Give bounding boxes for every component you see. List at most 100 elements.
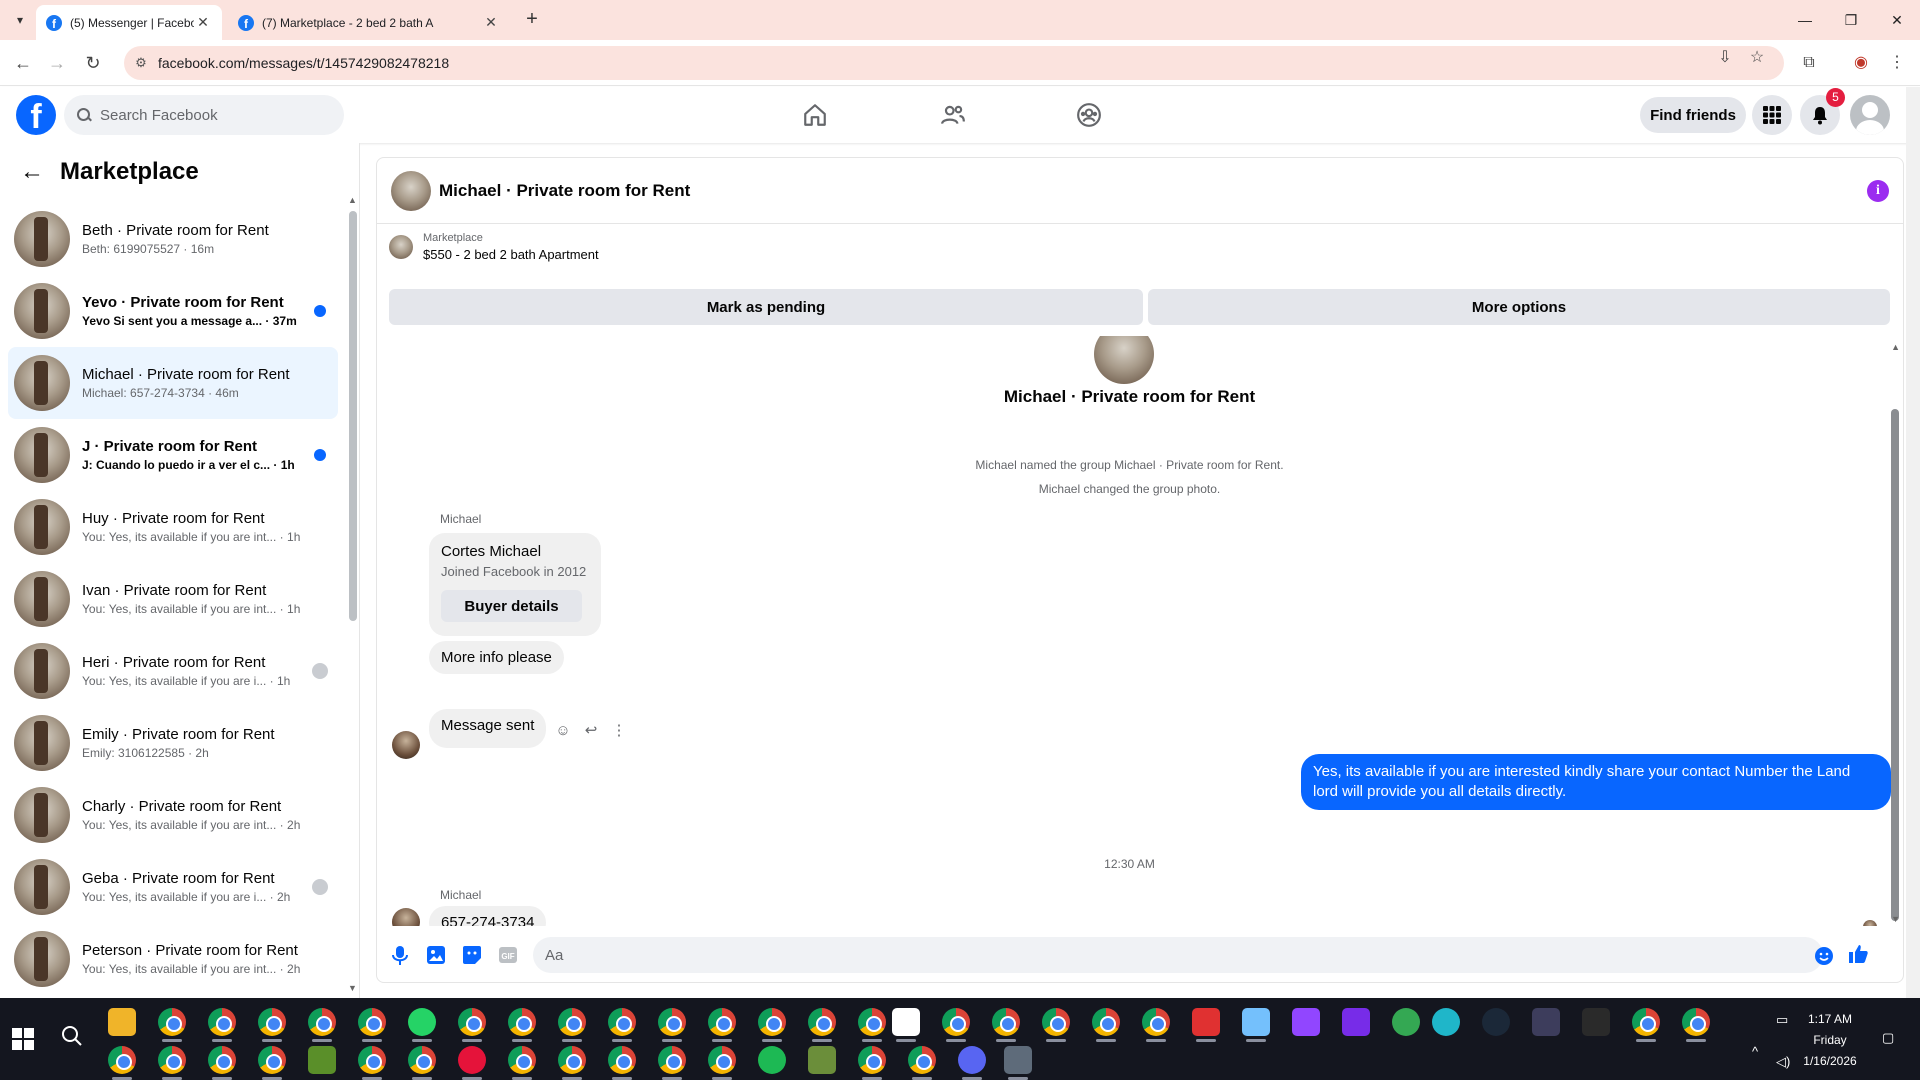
spotify-icon[interactable] xyxy=(758,1046,786,1074)
microphone-icon[interactable] xyxy=(389,944,411,966)
chrome-icon[interactable] xyxy=(408,1046,436,1080)
chrome-icon[interactable] xyxy=(992,1008,1020,1042)
chrome-icon[interactable] xyxy=(708,1008,736,1042)
chrome-icon[interactable] xyxy=(208,1008,236,1042)
menu-grid-icon[interactable] xyxy=(1752,95,1792,135)
close-tab-icon[interactable]: ✕ xyxy=(194,14,212,31)
chrome-icon[interactable] xyxy=(108,1046,136,1080)
page-scrollbar[interactable] xyxy=(1906,87,1920,998)
more-actions-icon[interactable]: ⋮ xyxy=(609,721,629,741)
reload-icon[interactable]: ↻ xyxy=(80,50,106,76)
find-friends-button[interactable]: Find friends xyxy=(1640,97,1746,133)
buyer-details-button[interactable]: Buyer details xyxy=(441,590,582,622)
chrome-icon[interactable] xyxy=(558,1008,586,1042)
address-bar[interactable]: ⚙ facebook.com/messages/t/14574290824782… xyxy=(124,46,1784,80)
browser-menu-icon[interactable]: ⋮ xyxy=(1884,50,1910,76)
outgoing-message[interactable]: Yes, its available if you are interested… xyxy=(1301,754,1891,810)
chrome-icon[interactable] xyxy=(1092,1008,1120,1042)
chrome-icon[interactable] xyxy=(608,1046,636,1080)
chrome-icon[interactable] xyxy=(658,1008,686,1042)
avatar[interactable] xyxy=(391,170,431,211)
site-info-icon[interactable]: ⚙ xyxy=(124,55,158,71)
chrome-icon[interactable] xyxy=(358,1008,386,1042)
info-icon[interactable]: i xyxy=(1867,180,1889,202)
clock-day[interactable]: Friday xyxy=(1790,1033,1870,1047)
whatsapp-icon[interactable] xyxy=(408,1008,436,1042)
play-games-icon[interactable] xyxy=(1392,1008,1420,1036)
anydesk-icon[interactable] xyxy=(1192,1008,1220,1042)
windows-start-icon[interactable] xyxy=(12,1028,34,1050)
chrome-icon[interactable] xyxy=(208,1046,236,1080)
chrome-icon[interactable] xyxy=(858,1008,886,1042)
incoming-message[interactable]: More info please xyxy=(429,641,564,674)
volume-icon[interactable]: ◁) xyxy=(1776,1054,1790,1070)
friends-icon[interactable] xyxy=(933,95,973,135)
gif-icon[interactable]: GIF xyxy=(497,944,519,966)
home-icon[interactable] xyxy=(795,95,835,135)
more-options-button[interactable]: More options xyxy=(1148,289,1890,325)
calculator-icon[interactable] xyxy=(1004,1046,1032,1080)
back-arrow-icon[interactable]: ← xyxy=(20,158,44,186)
minecraft-icon[interactable] xyxy=(808,1046,836,1074)
epic-games-icon[interactable] xyxy=(1582,1008,1610,1036)
hi-app-icon[interactable] xyxy=(1532,1008,1560,1036)
twitch-icon[interactable] xyxy=(1342,1008,1370,1036)
edge-icon[interactable] xyxy=(1432,1008,1460,1036)
conversation-item[interactable]: Peterson · Private room for Rent You: Yes… xyxy=(8,923,338,995)
groups-icon[interactable] xyxy=(1069,95,1109,135)
photo-icon[interactable] xyxy=(425,944,447,966)
taskbar-search-icon[interactable] xyxy=(60,1024,86,1050)
chrome-icon[interactable] xyxy=(942,1008,970,1042)
conversation-item[interactable]: Beth · Private room for Rent Beth: 619907… xyxy=(8,203,338,275)
thread-scrollbar[interactable] xyxy=(1891,409,1899,921)
conversation-item[interactable]: Emily · Private room for Rent Emily: 3106… xyxy=(8,707,338,779)
chrome-icon[interactable] xyxy=(1042,1008,1070,1042)
avatar[interactable] xyxy=(392,908,420,926)
scroll-up-icon[interactable]: ▲ xyxy=(1891,342,1900,352)
show-hidden-icons-icon[interactable]: ^ xyxy=(1752,1044,1758,1059)
chrome-icon[interactable] xyxy=(458,1008,486,1042)
conversation-item[interactable]: Michael · Private room for Rent Michael: … xyxy=(8,347,338,419)
new-tab-icon[interactable]: + xyxy=(520,8,544,32)
chrome-icon[interactable] xyxy=(658,1046,686,1080)
chrome-icon[interactable] xyxy=(258,1008,286,1042)
chrome-icon[interactable] xyxy=(1142,1008,1170,1042)
twitch-studio-icon[interactable] xyxy=(1292,1008,1320,1036)
facebook-logo[interactable]: f xyxy=(16,95,56,135)
scroll-down-icon[interactable]: ▼ xyxy=(348,983,357,993)
search-input[interactable] xyxy=(100,106,320,124)
conversation-item[interactable]: Geba · Private room for Rent You: Yes, it… xyxy=(8,851,338,923)
forward-icon[interactable]: → xyxy=(44,50,70,76)
chrome-icon[interactable] xyxy=(608,1008,636,1042)
chrome-icon[interactable] xyxy=(808,1008,836,1042)
sidebar-scrollbar[interactable] xyxy=(349,211,357,621)
chrome-icon[interactable] xyxy=(558,1046,586,1080)
chrome-icon[interactable] xyxy=(708,1046,736,1080)
chrome-icon[interactable] xyxy=(758,1008,786,1042)
chrome-icon[interactable] xyxy=(508,1046,536,1080)
tab-search-chevron-icon[interactable]: ▾ xyxy=(8,8,32,32)
incoming-message[interactable]: Message sent xyxy=(429,709,547,748)
bookmark-star-icon[interactable]: ☆ xyxy=(1748,49,1766,67)
emoji-icon[interactable] xyxy=(1813,945,1835,967)
listing-summary[interactable]: Marketplace $550 - 2 bed 2 bath Apartmen… xyxy=(389,232,599,262)
chrome-icon[interactable] xyxy=(858,1046,886,1080)
close-window-icon[interactable]: ✕ xyxy=(1882,8,1912,32)
scroll-down-icon[interactable]: ▼ xyxy=(1891,914,1900,924)
close-tab-icon[interactable]: ✕ xyxy=(482,14,500,31)
file-explorer-icon[interactable] xyxy=(108,1008,136,1036)
reply-icon[interactable]: ↩ xyxy=(581,721,601,741)
search-box[interactable] xyxy=(64,95,344,135)
chrome-icon[interactable] xyxy=(158,1008,186,1042)
conversation-item[interactable]: Charly · Private room for Rent You: Yes, … xyxy=(8,779,338,851)
media-player-icon[interactable] xyxy=(458,1046,486,1080)
profile-icon[interactable]: ◉ xyxy=(1848,50,1874,76)
chrome-icon[interactable] xyxy=(308,1008,336,1042)
chrome-icon[interactable] xyxy=(1682,1008,1710,1042)
restore-icon[interactable]: ❐ xyxy=(1836,8,1866,32)
message-input[interactable] xyxy=(533,937,1823,973)
notification-center-icon[interactable]: ▢ xyxy=(1882,1030,1894,1046)
account-avatar[interactable] xyxy=(1850,95,1890,135)
capcut-icon[interactable] xyxy=(892,1008,920,1042)
discord-icon[interactable] xyxy=(958,1046,986,1080)
